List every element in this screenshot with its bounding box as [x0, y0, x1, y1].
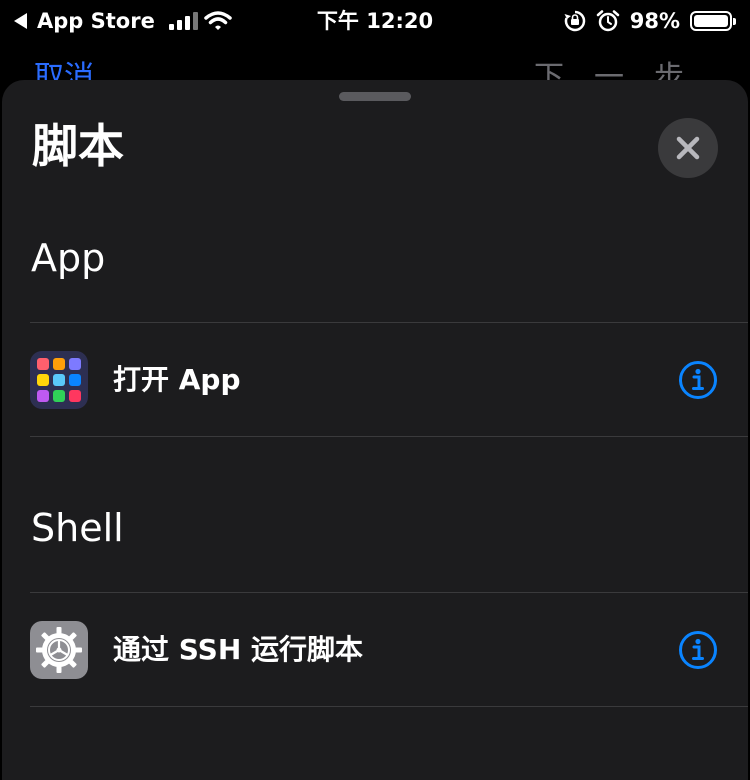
action-sheet: 脚本 App 打开 App Shell 通过 SSH 运行脚本: [2, 80, 748, 780]
divider: [30, 706, 748, 707]
gear-icon: [30, 621, 88, 679]
alarm-icon: [596, 10, 619, 32]
section-header-app: App: [31, 236, 106, 280]
info-icon[interactable]: [678, 630, 718, 670]
section-header-shell: Shell: [31, 506, 124, 550]
info-icon[interactable]: [678, 360, 718, 400]
close-button[interactable]: [658, 118, 718, 178]
action-row-open-app[interactable]: 打开 App: [2, 323, 748, 437]
action-label: 打开 App: [113, 363, 241, 396]
battery-percentage: 98%: [629, 9, 680, 33]
cancel-button-behind[interactable]: 取消: [34, 58, 94, 82]
next-button-behind[interactable]: 下一步: [534, 58, 714, 82]
sheet-grabber[interactable]: [339, 92, 411, 101]
action-row-run-ssh-script[interactable]: 通过 SSH 运行脚本: [2, 593, 748, 707]
action-label: 通过 SSH 运行脚本: [113, 633, 364, 666]
divider: [30, 436, 748, 437]
close-icon: [676, 136, 700, 160]
sheet-title: 脚本: [32, 119, 124, 173]
status-bar: App Store 下午 12:20 98%: [0, 0, 750, 42]
battery-icon: [690, 11, 736, 31]
app-grid-icon: [30, 351, 88, 409]
orientation-lock-icon: [564, 10, 585, 32]
